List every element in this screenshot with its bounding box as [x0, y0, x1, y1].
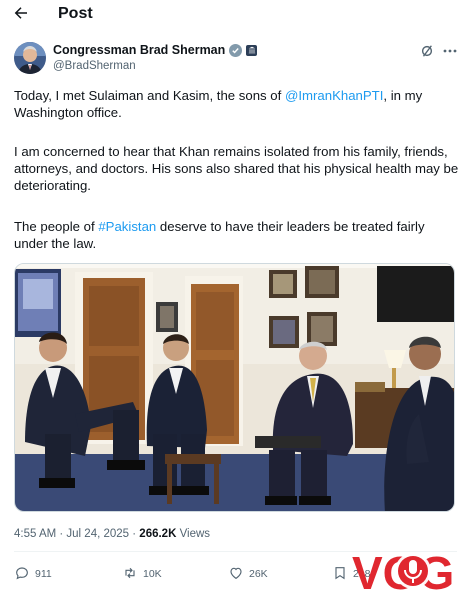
grok-icon[interactable]	[420, 44, 434, 58]
reply-button[interactable]: 911	[14, 561, 52, 587]
heart-icon	[228, 565, 244, 584]
post-paragraph-3: The people of #Pakistan deserve to have …	[14, 218, 459, 252]
back-arrow-icon[interactable]	[12, 4, 34, 24]
bookmark-icon	[332, 565, 348, 584]
like-button[interactable]: 26K	[228, 561, 268, 587]
post-paragraph-2: I am concerned to hear that Khan remains…	[14, 144, 459, 193]
post-timestamp[interactable]: 4:55 AM · Jul 24, 2025 ·	[14, 528, 139, 540]
page-title: Post	[58, 5, 93, 22]
post-photo[interactable]	[14, 263, 455, 512]
views-label: Views	[176, 528, 211, 540]
post-paragraph-1: Today, I met Sulaiman and Kasim, the son…	[14, 87, 459, 121]
hashtag-link[interactable]: #Pakistan	[98, 219, 156, 234]
more-icon[interactable]	[442, 44, 458, 58]
views-count: 266.2K	[139, 528, 177, 540]
office-meeting-photo	[15, 264, 454, 511]
avatar[interactable]	[14, 42, 46, 74]
author-name[interactable]: Congressman Brad Sherman	[53, 42, 225, 58]
author-handle[interactable]: @BradSherman	[53, 59, 136, 73]
repost-count: 10K	[143, 568, 162, 580]
repost-icon	[122, 565, 138, 584]
government-badge-icon	[246, 44, 258, 56]
reply-count: 911	[35, 568, 52, 580]
post-meta: 4:55 AM · Jul 24, 2025 · 266.2K Views	[14, 527, 210, 541]
post-text: Today, I met Sulaiman and Kasim, the son…	[14, 88, 285, 103]
reply-icon	[14, 565, 30, 584]
author-name-row: Congressman Brad Sherman	[53, 42, 258, 58]
verified-badge-icon	[229, 43, 243, 57]
top-bar: Post	[0, 0, 471, 32]
like-count: 26K	[249, 568, 268, 580]
post-text: The people of	[14, 219, 99, 234]
mention-link[interactable]: @ImranKhanPTI	[285, 88, 383, 103]
repost-button[interactable]: 10K	[122, 561, 162, 587]
watermark-logo: VOG	[350, 545, 468, 599]
